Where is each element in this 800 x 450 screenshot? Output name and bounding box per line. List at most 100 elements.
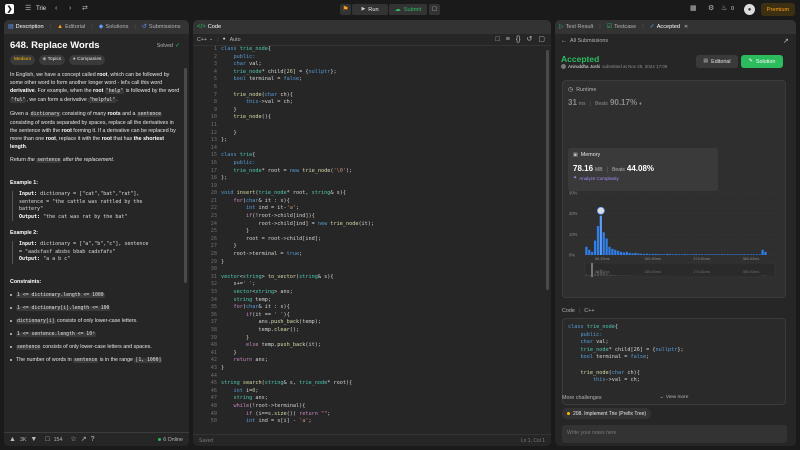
tab-solutions[interactable]: ◆ Solutions <box>99 24 129 30</box>
inline-code: "help" <box>104 89 125 94</box>
histogram-bar <box>671 254 675 255</box>
shuffle-icon[interactable]: ⇄ <box>82 5 88 12</box>
runtime-beats: 90.17% <box>609 98 638 107</box>
line-number: 21 <box>210 197 217 204</box>
code-line: else temp.push_back(it); <box>221 342 543 350</box>
debug-icon[interactable]: ⚑ <box>340 4 351 15</box>
expand-icon[interactable]: ▢ <box>538 36 545 43</box>
line-number: 31 <box>210 273 217 280</box>
tab-description[interactable]: ▤ Description <box>8 24 44 30</box>
lock-icon: ● <box>222 36 226 42</box>
code-token: push_back <box>277 342 306 349</box>
all-submissions-link[interactable]: ← All Submissions <box>561 38 608 44</box>
notes-icon[interactable]: □ <box>429 4 440 15</box>
brace-icon[interactable]: {} <box>516 36 521 43</box>
analyze-complexity-link[interactable]: ✦ Analyze Complexity <box>573 176 713 182</box>
saved-status: Saved <box>199 437 214 444</box>
description-scrollbar[interactable] <box>184 68 187 283</box>
tab-divider: | <box>642 24 644 30</box>
author-name[interactable]: Aniruddha Joshi <box>568 64 600 69</box>
problem-list-title[interactable]: Trie <box>36 6 46 12</box>
code-token: temp. <box>261 342 278 349</box>
clock-icon: ◷ <box>568 87 574 93</box>
constraint-item: 1 <= dictionary[i].length <= 100 <box>10 304 180 313</box>
submitted-code[interactable]: class trie_node{ public: char val; trie_… <box>568 324 684 385</box>
histogram-bar <box>614 249 617 255</box>
histogram-bar <box>654 253 657 255</box>
code-line: } <box>221 365 543 373</box>
runtime-label: Runtime <box>576 87 597 93</box>
code-token: string <box>221 296 256 303</box>
layout-icon[interactable]: ▦ <box>690 5 697 12</box>
code-text[interactable]: class trie_node{ public: char val; trie_… <box>221 46 543 426</box>
code-icon: </> <box>197 24 206 30</box>
language-select[interactable]: C++ ⌄ <box>197 37 213 43</box>
submit-button[interactable]: ☁ Submit <box>389 4 427 15</box>
premium-button[interactable]: Premium <box>761 3 795 16</box>
close-icon[interactable]: ✕ <box>684 24 688 30</box>
code-token: ; <box>252 281 256 288</box>
inline-code: dictionary[i] <box>16 318 56 324</box>
toolbar-divider: | <box>217 36 219 43</box>
tab-test-result[interactable]: ▷ Test Result <box>559 24 593 30</box>
result-panel: ▷ Test Result | ☑ Testcase | ✓ Accepted ✕ ← … <box>555 20 796 446</box>
range-selector-bar <box>588 275 591 276</box>
code-token: } <box>221 106 237 113</box>
tab-divider: | <box>91 24 93 30</box>
code-token: public: <box>568 331 603 338</box>
tab-code[interactable]: </> Code <box>197 24 221 30</box>
code-line: for(char& it : s){ <box>221 198 543 206</box>
editorial-button[interactable]: ▤ Editorial <box>696 55 738 68</box>
solution-button[interactable]: ✎ Solution <box>741 55 783 68</box>
histogram-bar <box>747 254 750 255</box>
star-icon[interactable]: ☆ <box>70 436 76 443</box>
share-icon[interactable]: ↗ <box>81 436 87 443</box>
avatar[interactable]: ● <box>744 4 755 15</box>
line-number: 38 <box>210 326 217 333</box>
code-token: string <box>242 273 262 280</box>
tab-testcase[interactable]: ☑ Testcase <box>607 24 636 30</box>
runtime-section[interactable]: ◷ Runtime 31 ms | Beats 90.17% ♦ <box>568 87 648 107</box>
example-line: sentence = "the cattle was rattled by th… <box>19 199 180 207</box>
format-icon[interactable]: ≡ <box>506 36 510 43</box>
help-icon[interactable]: ? <box>91 436 95 443</box>
y-tick-label: 30% <box>569 191 578 196</box>
prev-problem-icon[interactable]: ‹ <box>55 5 57 12</box>
memory-section[interactable]: ▣ Memory 78.16 MB | Beats 44.08% ✦ Analy… <box>568 148 718 191</box>
tab-accepted[interactable]: ✓ Accepted ✕ <box>650 24 689 30</box>
thumbs-up-icon[interactable]: ▲ <box>9 436 16 443</box>
line-number: 37 <box>210 319 217 326</box>
tab-submissions[interactable]: ↺ Submissions <box>142 24 181 30</box>
line-number: 10 <box>210 114 217 121</box>
bookmark-icon[interactable]: □ <box>495 36 499 43</box>
comment-icon[interactable]: □ <box>45 436 49 443</box>
code-token: * root, <box>286 190 312 197</box>
thumbs-down-icon[interactable]: ▼ <box>30 436 37 443</box>
difficulty-badge[interactable]: Medium <box>10 55 36 65</box>
tab-editorial[interactable]: ▲ Editorial <box>57 24 85 30</box>
editor-scrollbar[interactable] <box>546 50 549 290</box>
line-number: 42 <box>210 357 217 364</box>
leetcode-logo-icon[interactable]: ❯ <box>5 4 14 14</box>
problem-list-icon[interactable]: ☰ <box>25 5 31 12</box>
code-token: if <box>221 311 253 318</box>
histogram-bar <box>715 254 718 255</box>
run-button[interactable]: ▶ Run <box>352 4 388 15</box>
share-icon[interactable]: ↗ <box>783 38 789 45</box>
next-problem-icon[interactable]: › <box>69 5 71 12</box>
submitted-code-card: class trie_node{ public: char val; trie_… <box>562 318 786 405</box>
line-number: 6 <box>213 83 217 90</box>
companies-badge[interactable]: ● Companies <box>68 55 106 65</box>
code-area[interactable]: 1 2 3 4 5 6 7 8 9 10 11 12 13 14 15 16 17 18 19 20 21 22 23 24 2… <box>193 46 551 434</box>
code-token: val; <box>249 61 262 68</box>
distribution-chart[interactable]: 30% 20% 10% 0% 66.33ms 66.33ms 165.60ms 165.60m… <box>563 189 787 299</box>
code-token: class <box>221 152 240 159</box>
code-token: & s){ <box>330 190 346 197</box>
reset-icon[interactable]: ↺ <box>527 36 533 43</box>
challenge-chip[interactable]: 208. Implement Trie (Prefix Tree) <box>562 408 652 419</box>
notes-input[interactable]: Write your notes here <box>562 425 787 443</box>
topics-badge[interactable]: ◈ Topics <box>38 55 66 65</box>
streak-fire-icon[interactable]: ♨ <box>721 5 727 12</box>
settings-icon[interactable]: ⚙ <box>708 5 714 12</box>
